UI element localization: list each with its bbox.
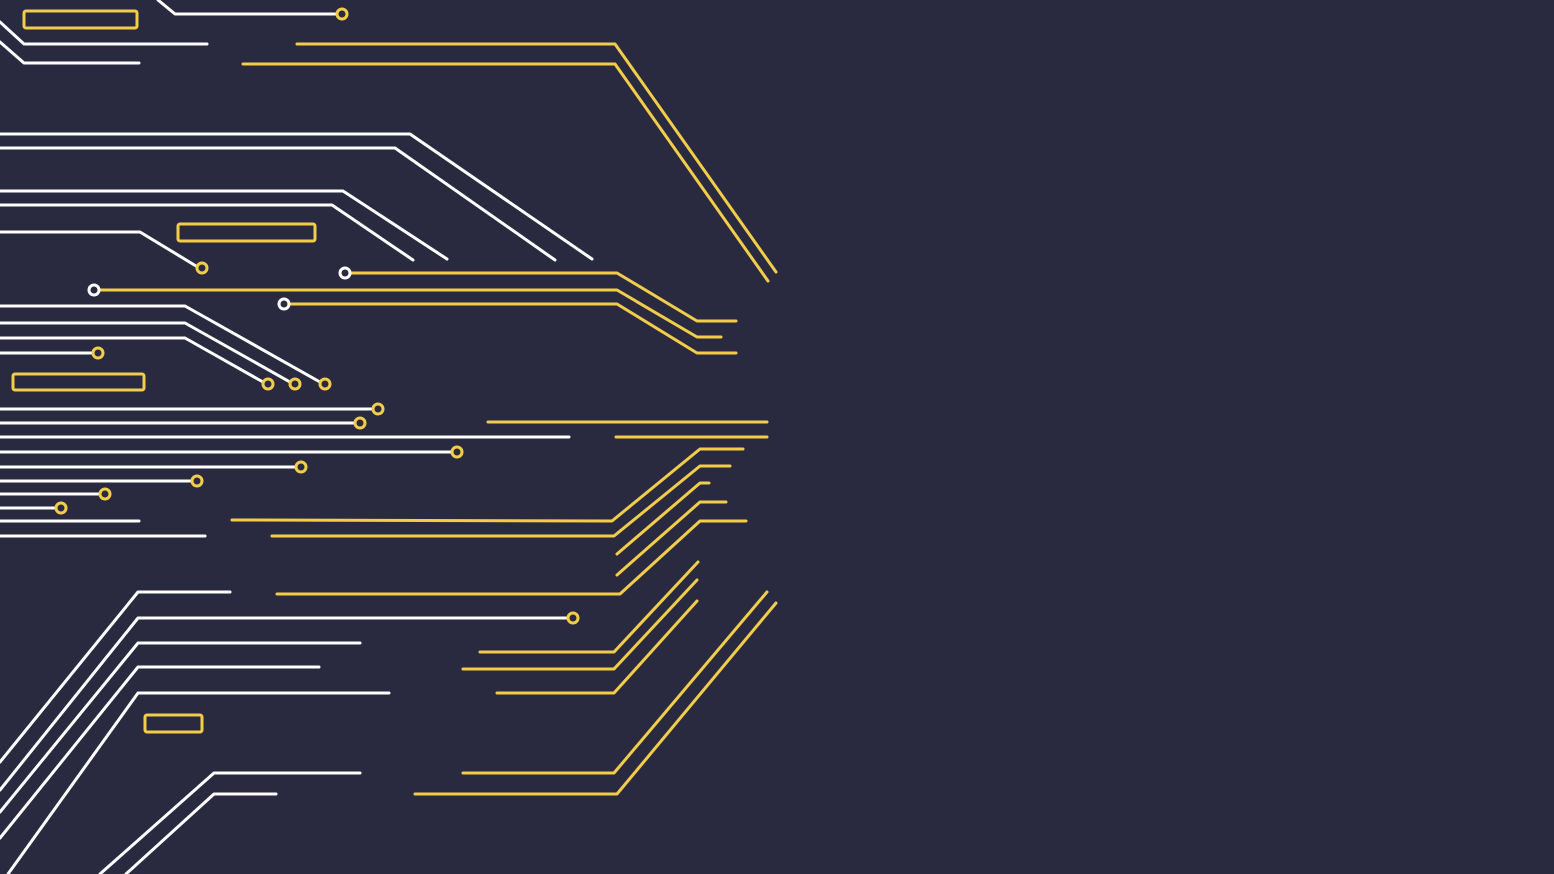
via-pad: [338, 266, 352, 280]
via-pad: [98, 487, 112, 501]
via-pad: [294, 460, 308, 474]
via-pad: [318, 377, 332, 391]
via-pad: [450, 445, 464, 459]
via-pad: [353, 416, 367, 430]
via-pad: [87, 283, 101, 297]
via-pad: [277, 297, 291, 311]
via-pad: [566, 611, 580, 625]
circuit-board-illustration: [0, 0, 1554, 874]
via-pad: [371, 402, 385, 416]
via-pad: [54, 501, 68, 515]
via-pad: [190, 474, 204, 488]
via-pad: [261, 377, 275, 391]
via-pad: [335, 7, 349, 21]
via-pad: [288, 377, 302, 391]
via-pad: [195, 261, 209, 275]
via-pad: [91, 346, 105, 360]
